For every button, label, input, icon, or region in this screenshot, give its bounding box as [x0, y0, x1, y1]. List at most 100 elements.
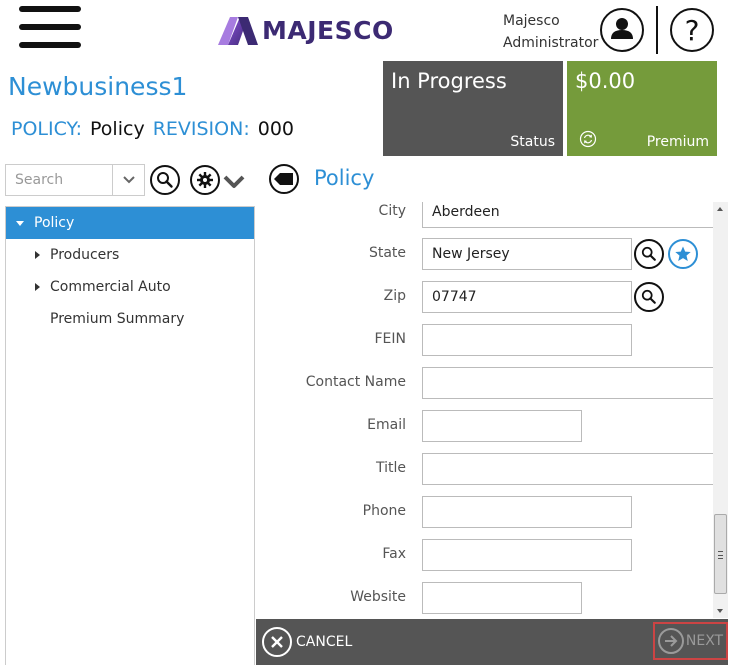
refresh-icon[interactable]	[579, 130, 597, 148]
help-icon[interactable]: ?	[670, 8, 714, 52]
fax-input[interactable]	[422, 539, 632, 571]
title-label: Title	[375, 460, 406, 476]
policy-info: POLICY: Policy REVISION: 000	[11, 118, 294, 140]
header-divider	[656, 6, 658, 54]
premium-caption: Premium	[646, 134, 709, 150]
search-button[interactable]	[150, 165, 180, 195]
footer-bar: CANCEL NEXT	[256, 619, 728, 665]
scroll-grip-icon	[718, 551, 723, 559]
phone-label: Phone	[362, 503, 406, 519]
settings-button[interactable]	[190, 165, 220, 195]
city-label: City	[378, 203, 406, 219]
next-button[interactable]: NEXT	[653, 622, 728, 660]
form-row-city: City	[256, 202, 722, 230]
state-input[interactable]	[422, 238, 632, 270]
gear-icon	[197, 172, 213, 188]
search-input[interactable]	[6, 165, 112, 195]
scroll-up-arrow-icon[interactable]	[717, 207, 723, 211]
hamburger-bar	[19, 42, 81, 48]
search-icon	[157, 172, 173, 188]
policy-label: POLICY:	[11, 118, 83, 140]
page-title: Newbusiness1	[8, 72, 188, 101]
user-role: Administrator	[503, 35, 599, 51]
status-caption: Status	[510, 134, 555, 150]
website-input[interactable]	[422, 582, 582, 614]
revision-label: REVISION:	[152, 118, 250, 140]
logo-text: MAJESCO	[262, 15, 394, 45]
tree-item-label: Policy	[34, 215, 75, 231]
search-icon	[641, 289, 656, 304]
phone-input[interactable]	[422, 496, 632, 528]
revision-value: 000	[257, 118, 294, 140]
arrow-right-icon	[657, 628, 684, 654]
caret-right-icon[interactable]	[35, 251, 40, 259]
scroll-down-arrow-icon[interactable]	[717, 609, 723, 613]
form-row-zip: Zip	[256, 281, 716, 315]
state-lookup-button[interactable]	[634, 239, 664, 269]
form-row-contact-name: Contact Name	[256, 367, 722, 401]
user-silhouette-icon	[611, 18, 633, 39]
hamburger-bar	[19, 24, 81, 30]
logo-mark-icon	[218, 17, 258, 45]
search-dropdown-button[interactable]	[112, 165, 144, 195]
back-icon	[274, 173, 293, 185]
state-favorite-button[interactable]	[668, 239, 698, 269]
hamburger-bar	[19, 6, 81, 12]
contact-name-input[interactable]	[422, 367, 722, 399]
hamburger-menu-icon[interactable]	[19, 6, 81, 48]
chevron-down-icon	[122, 176, 135, 184]
fein-label: FEIN	[374, 331, 407, 347]
form-row-email: Email	[256, 410, 716, 444]
tree-nav: Policy Producers Commercial Auto Premium…	[5, 206, 255, 665]
next-label: NEXT	[685, 633, 724, 649]
close-icon	[262, 627, 292, 657]
back-button[interactable]	[269, 164, 299, 194]
zip-input[interactable]	[422, 281, 632, 313]
status-tile: In Progress Status	[383, 61, 563, 156]
premium-value: $0.00	[575, 69, 636, 93]
city-input[interactable]	[422, 202, 722, 228]
user-first-name: Majesco	[503, 13, 560, 29]
form-row-website: Website	[256, 582, 716, 616]
email-input[interactable]	[422, 410, 582, 442]
tree-item-label: Producers	[50, 247, 120, 263]
tree-item-label: Premium Summary	[50, 311, 185, 327]
email-label: Email	[367, 417, 406, 433]
tree-item-label: Commercial Auto	[50, 279, 171, 295]
contact-name-label: Contact Name	[305, 374, 406, 390]
search-box	[5, 164, 145, 196]
fein-input[interactable]	[422, 324, 632, 356]
zip-label: Zip	[383, 288, 406, 304]
fax-label: Fax	[382, 546, 406, 562]
expand-chevron-icon[interactable]	[222, 172, 246, 190]
search-icon	[641, 246, 656, 261]
section-title: Policy	[314, 166, 375, 190]
caret-down-icon[interactable]	[16, 221, 24, 226]
premium-tile: $0.00 Premium	[567, 61, 717, 156]
form-row-state: State	[256, 238, 716, 272]
logo: MAJESCO	[216, 12, 394, 48]
form-panel: City State Zip FEIN Con	[256, 202, 728, 619]
policy-value: Policy	[90, 118, 145, 140]
form-row-phone: Phone	[256, 496, 716, 530]
status-value: In Progress	[391, 69, 507, 93]
user-icon[interactable]	[600, 8, 644, 52]
tree-item-producers[interactable]: Producers	[6, 239, 254, 271]
form-row-title: Title	[256, 453, 722, 487]
tree-item-policy[interactable]: Policy	[6, 207, 254, 239]
form-scrollbar[interactable]	[713, 202, 728, 618]
form-row-fein: FEIN	[256, 324, 716, 358]
scroll-thumb[interactable]	[714, 514, 727, 594]
tree-item-premium-summary[interactable]: Premium Summary	[6, 303, 254, 335]
website-label: Website	[350, 589, 406, 605]
cancel-button[interactable]: CANCEL	[262, 627, 352, 657]
caret-right-icon[interactable]	[35, 283, 40, 291]
form-row-fax: Fax	[256, 539, 716, 573]
cancel-label: CANCEL	[296, 634, 353, 650]
user-name: Majesco Administrator	[503, 10, 598, 54]
zip-lookup-button[interactable]	[634, 282, 664, 312]
title-input[interactable]	[422, 453, 722, 485]
state-label: State	[368, 245, 406, 261]
tree-item-commercial-auto[interactable]: Commercial Auto	[6, 271, 254, 303]
star-icon	[675, 246, 691, 261]
